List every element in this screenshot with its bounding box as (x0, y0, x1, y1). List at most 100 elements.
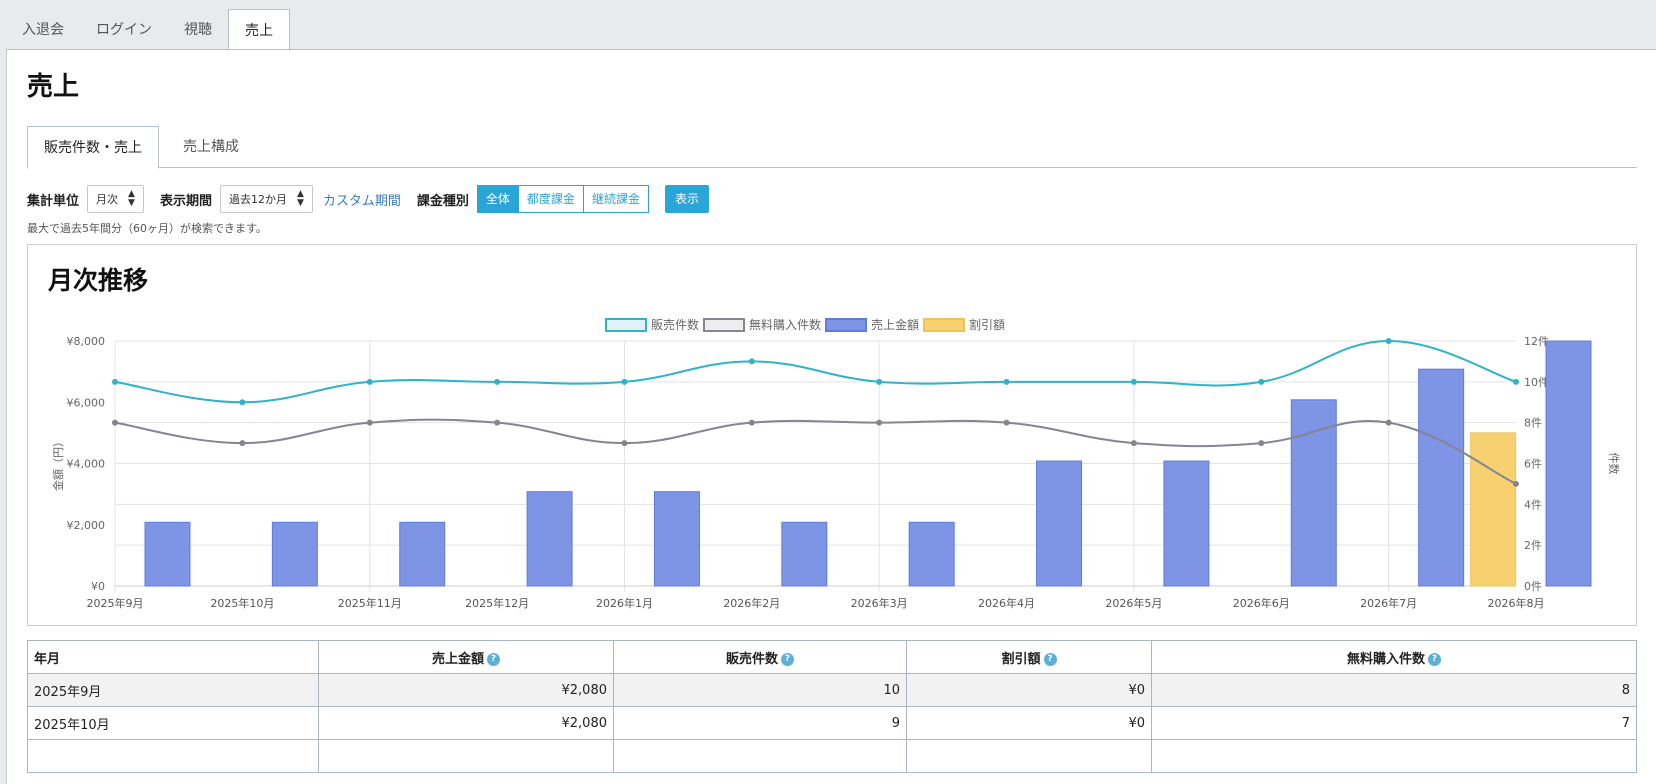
cell-free-count: 8 (1151, 673, 1637, 707)
subtab-sales-count[interactable]: 販売件数・売上 (27, 126, 159, 169)
subtab-sales-composition[interactable]: 売上構成 (167, 126, 255, 168)
free-count-point (494, 419, 501, 426)
unit-select[interactable]: 月次 ▲ ▼ (87, 185, 144, 213)
x-tick-label: 2025年10月 (210, 596, 274, 610)
legend-swatch (703, 318, 745, 332)
sort-caret-icon: ▲ ▼ (128, 189, 135, 208)
y-left-axis-title: 金額（円） (51, 436, 65, 491)
sales-count-point (748, 358, 755, 365)
revenue-bar (781, 521, 828, 587)
y-right-tick-label: 12件 (1524, 335, 1549, 348)
sales-table: 年月 売上金額? 販売件数? 割引額? 無料購入件数? 2025年9月 ¥2,0… (27, 640, 1637, 773)
x-tick-label: 2026年7月 (1360, 596, 1417, 610)
tab-viewing[interactable]: 視聴 (168, 10, 228, 50)
x-tick-label: 2026年3月 (851, 596, 908, 610)
custom-period-link[interactable]: カスタム期間 (323, 190, 401, 209)
show-button[interactable]: 表示 (664, 185, 709, 213)
cell-month: 2025年9月 (27, 673, 319, 707)
col-month: 年月 (27, 640, 319, 674)
tab-sales[interactable]: 売上 (228, 9, 290, 51)
legend-swatch (825, 318, 867, 332)
y-right-tick-label: 0件 (1524, 580, 1542, 593)
x-tick-label: 2025年9月 (87, 596, 144, 610)
y-right-tick-label: 2件 (1524, 539, 1542, 552)
y-left-tick-label: ¥0 (91, 580, 105, 593)
sales-count-point (366, 378, 373, 385)
chart-title: 月次推移 (48, 266, 149, 295)
sales-count-point (1130, 378, 1137, 385)
unit-label: 集計単位 (27, 193, 80, 209)
sales-count-line (114, 339, 1517, 404)
legend-label: 割引額 (969, 317, 1005, 332)
free-count-point (1258, 440, 1265, 447)
filter-bar: 集計単位 月次 ▲ ▼ 表示期間 過去12か月 ▲ ▼ カスタム期間 課金種別 全体… (27, 185, 1637, 213)
billing-label: 課金種別 (416, 193, 469, 209)
free-count-point (748, 419, 755, 426)
y-left-tick-label: ¥6,000 (67, 396, 106, 409)
revenue-bar (1163, 460, 1210, 587)
cell-sales-count: 10 (613, 673, 907, 707)
legend-swatch (923, 318, 965, 332)
cell-discount: ¥0 (906, 673, 1152, 707)
cell-free-count: 7 (1151, 706, 1637, 740)
legend-label: 売上金額 (871, 317, 919, 332)
sales-count-point (1258, 378, 1265, 385)
x-tick-label: 2026年6月 (1233, 596, 1290, 610)
tab-login[interactable]: ログイン (80, 10, 168, 50)
sales-count-point (112, 378, 118, 385)
revenue-bar (653, 491, 700, 587)
chart-card: ¥0 ¥2,000 ¥4,000 ¥6,000 ¥8,000 0件 2件 4件 6件 8件 10件 1… (27, 244, 1637, 626)
billing-per-use-button[interactable]: 都度課金 (518, 185, 584, 213)
table-row: 2025年9月 ¥2,080 10 ¥0 8 (27, 673, 1637, 707)
revenue-bar (399, 521, 446, 587)
col-discount: 割引額? (906, 640, 1152, 674)
cell-month: 2025年10月 (27, 706, 319, 740)
revenue-bar (271, 521, 318, 587)
free-count-point (239, 440, 246, 447)
help-icon[interactable]: ? (487, 652, 500, 666)
help-icon[interactable]: ? (781, 652, 794, 666)
period-label: 表示期間 (159, 193, 212, 209)
table-row: 2025年10月 ¥2,080 9 ¥0 7 (27, 706, 1637, 740)
unit-select-value: 月次 (96, 193, 119, 206)
table-row (27, 739, 1637, 773)
revenue-bar (526, 491, 573, 587)
y-left-tick-label: ¥4,000 (67, 458, 106, 471)
free-count-point (1003, 419, 1010, 426)
y-right-tick-label: 4件 (1524, 498, 1542, 511)
sales-count-point (1003, 378, 1010, 385)
table-header-row: 年月 売上金額? 販売件数? 割引額? 無料購入件数? (27, 640, 1637, 674)
revenue-bar (144, 521, 191, 587)
y-right-tick-label: 8件 (1524, 417, 1542, 430)
sales-count-point (1513, 378, 1519, 385)
legend-swatch (605, 318, 647, 332)
revenue-bar (908, 521, 955, 587)
help-icon[interactable]: ? (1428, 652, 1441, 666)
x-tick-label: 2026年5月 (1105, 596, 1162, 610)
billing-subscription-button[interactable]: 継続課金 (583, 185, 649, 213)
sub-tab-bar: 販売件数・売上 売上構成 (27, 126, 1637, 169)
cell-sales-count: 9 (613, 706, 907, 740)
period-select[interactable]: 過去12か月 ▲ ▼ (219, 185, 313, 213)
free-count-point (1385, 419, 1392, 426)
cell-revenue: ¥2,080 (318, 673, 614, 707)
revenue-bar (1036, 460, 1083, 587)
free-count-point (1513, 480, 1519, 487)
sort-caret-icon: ▲ ▼ (296, 189, 304, 208)
y-right-tick-label: 6件 (1524, 458, 1542, 471)
billing-all-button[interactable]: 全体 (476, 185, 519, 213)
x-tick-label: 2026年1月 (596, 596, 653, 610)
revenue-bar (1545, 340, 1592, 587)
legend-label: 販売件数 (651, 317, 699, 332)
free-count-point (876, 419, 883, 426)
search-range-note: 最大で過去5年間分（60ヶ月）が検索できます。 (27, 222, 267, 235)
revenue-bar (1418, 368, 1465, 587)
free-count-point (112, 419, 118, 426)
main-panel: 売上 販売件数・売上 売上構成 集計単位 月次 ▲ ▼ 表示期間 過去12か月 ▲… (6, 49, 1656, 784)
tab-membership[interactable]: 入退会 (6, 10, 80, 50)
help-icon[interactable]: ? (1043, 652, 1057, 666)
y-left-tick-label: ¥2,000 (67, 519, 106, 532)
cell-discount: ¥0 (906, 706, 1152, 740)
y-right-axis-title: 件数 (1607, 453, 1620, 475)
x-tick-label: 2026年2月 (723, 596, 780, 610)
